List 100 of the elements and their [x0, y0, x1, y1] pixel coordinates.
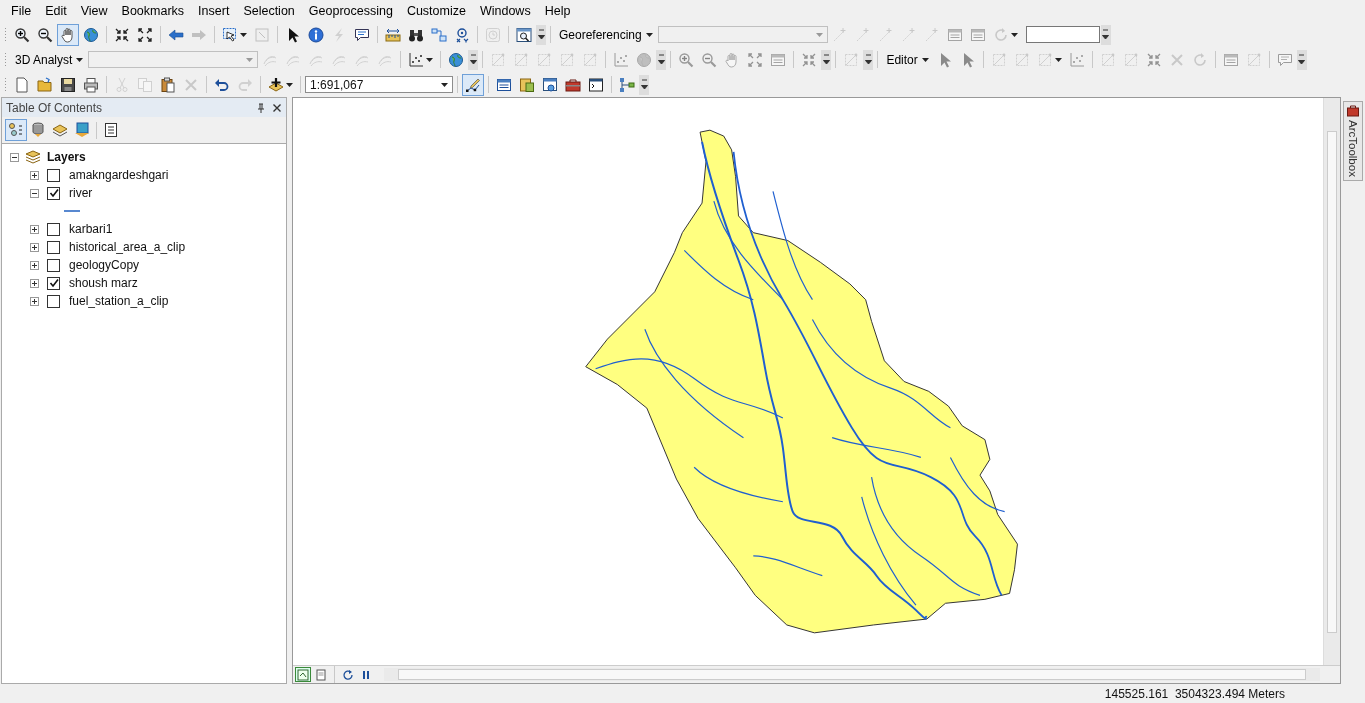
table-icon	[969, 26, 986, 43]
list-by-drawing-order-icon	[8, 122, 24, 138]
info-icon	[308, 26, 324, 43]
toolbar-overflow-button[interactable]	[1100, 24, 1111, 45]
toolbar-menu[interactable]: 3D Analyst	[11, 52, 88, 67]
layer-label[interactable]: fuel_station_a_clip	[69, 294, 169, 308]
edit-tool-icon	[559, 51, 576, 68]
add-point-icon	[831, 26, 848, 43]
clock-icon	[485, 26, 501, 43]
table-icon	[496, 76, 512, 93]
delete-icon	[183, 76, 199, 93]
map-control-button[interactable]	[340, 667, 356, 682]
menu-item[interactable]: Bookmarks	[114, 2, 192, 20]
redo-icon	[237, 76, 253, 93]
expand-icon[interactable]	[30, 170, 39, 180]
toolbar-overflow-button[interactable]	[468, 49, 479, 70]
close-icon[interactable]	[272, 102, 282, 113]
scale-dropdown[interactable]: 1:691,067	[305, 76, 453, 93]
toolbar-overflow-button[interactable]	[639, 74, 649, 95]
open-folder-icon	[37, 76, 53, 93]
toolbar-menu[interactable]: Editor	[882, 52, 933, 67]
layer-checkbox[interactable]	[47, 276, 60, 290]
layer-label[interactable]: geologyCopy	[69, 258, 140, 272]
search-window-icon	[542, 76, 558, 93]
expand-icon[interactable]	[30, 296, 39, 306]
scissors-icon	[114, 76, 130, 93]
menu-item[interactable]: Selection	[236, 2, 302, 20]
collapse-icon[interactable]	[10, 152, 19, 162]
text-field[interactable]	[1025, 26, 1100, 43]
arrows-inward-icon	[801, 51, 818, 68]
menu-item[interactable]: View	[73, 2, 115, 20]
chevron-icon	[657, 53, 665, 66]
list-by-visibility-icon	[52, 122, 68, 138]
zoom-out-icon	[701, 51, 718, 68]
edit-tool-icon	[513, 51, 530, 68]
toolbar-menu[interactable]: Georeferencing	[555, 27, 657, 42]
arrows-outward-icon	[747, 51, 764, 68]
add-point-icon	[923, 26, 940, 43]
rotate-icon	[992, 26, 1009, 43]
layer-checkbox[interactable]	[47, 294, 60, 308]
menu-item[interactable]: Customize	[399, 2, 473, 20]
layer-checkbox[interactable]	[47, 240, 60, 254]
map-control-button[interactable]	[295, 667, 311, 682]
expand-icon[interactable]	[30, 260, 39, 270]
arrows-outward-icon	[137, 26, 153, 43]
toolbar-overflow-button[interactable]	[536, 24, 546, 45]
menu-item[interactable]: File	[4, 2, 39, 20]
dock-tab[interactable]: ArcToolbox	[1343, 101, 1363, 181]
line-symbol	[64, 209, 80, 213]
toolbar-overflow-button[interactable]	[821, 49, 832, 70]
chevron-icon	[1298, 53, 1306, 66]
edit-tool-icon	[1099, 51, 1116, 68]
layer-checkbox[interactable]	[47, 186, 60, 200]
layer-group-label[interactable]: Layers	[47, 150, 86, 164]
table-icon	[946, 26, 963, 43]
ruler-icon	[385, 26, 401, 43]
vertical-scrollbar[interactable]	[1323, 98, 1340, 665]
caret-icon	[921, 57, 929, 62]
menu-item[interactable]: Insert	[191, 2, 237, 20]
catalog-icon	[519, 76, 535, 93]
edit-tool-icon	[536, 51, 553, 68]
status-coordinates: 145525.161 3504323.494 Meters	[1104, 686, 1285, 701]
layer-checkbox[interactable]	[47, 168, 60, 182]
options-icon	[103, 122, 119, 138]
menu-item[interactable]: Help	[537, 2, 578, 20]
menu-item[interactable]: Windows	[472, 2, 538, 20]
zoom-in-icon	[678, 51, 695, 68]
list-by-selection-icon	[74, 122, 90, 138]
menu-item[interactable]: Geoprocessing	[301, 2, 400, 20]
scatter-icon	[1068, 51, 1085, 68]
edit-tool-icon	[1245, 51, 1262, 68]
toolbar-overflow-button[interactable]	[1296, 49, 1307, 70]
menu-item[interactable]: Edit	[38, 2, 74, 20]
collapse-icon[interactable]	[30, 188, 39, 198]
table-icon	[1222, 51, 1239, 68]
expand-icon[interactable]	[30, 224, 39, 234]
layer-checkbox[interactable]	[47, 258, 60, 272]
layer-label[interactable]: amakngardeshgari	[69, 168, 169, 182]
layer-checkbox[interactable]	[47, 222, 60, 236]
crosshair-icon	[454, 26, 470, 43]
toolbar-overflow-button[interactable]	[863, 49, 874, 70]
horizontal-scrollbar[interactable]	[384, 668, 1320, 681]
layer-label[interactable]: historical_area_a_clip	[69, 240, 186, 254]
speech-bubble-icon	[1276, 51, 1293, 68]
chevron-icon	[469, 53, 477, 66]
magnifier-window-icon	[516, 26, 532, 43]
rotate-icon	[1191, 51, 1208, 68]
edit-tool-icon	[1122, 51, 1139, 68]
toolbar-overflow-button[interactable]	[656, 49, 667, 70]
layer-label[interactable]: river	[69, 186, 93, 200]
chevron-icon	[640, 78, 648, 91]
expand-icon[interactable]	[30, 278, 39, 288]
data-view-icon	[297, 668, 309, 681]
expand-icon[interactable]	[30, 242, 39, 252]
table-icon	[770, 51, 787, 68]
layer-label[interactable]: shoush marz	[69, 276, 138, 290]
pin-icon[interactable]	[256, 102, 266, 113]
route-icon	[431, 26, 447, 43]
arrows-inward-icon	[1145, 51, 1162, 68]
layer-label[interactable]: karbari1	[69, 222, 113, 236]
